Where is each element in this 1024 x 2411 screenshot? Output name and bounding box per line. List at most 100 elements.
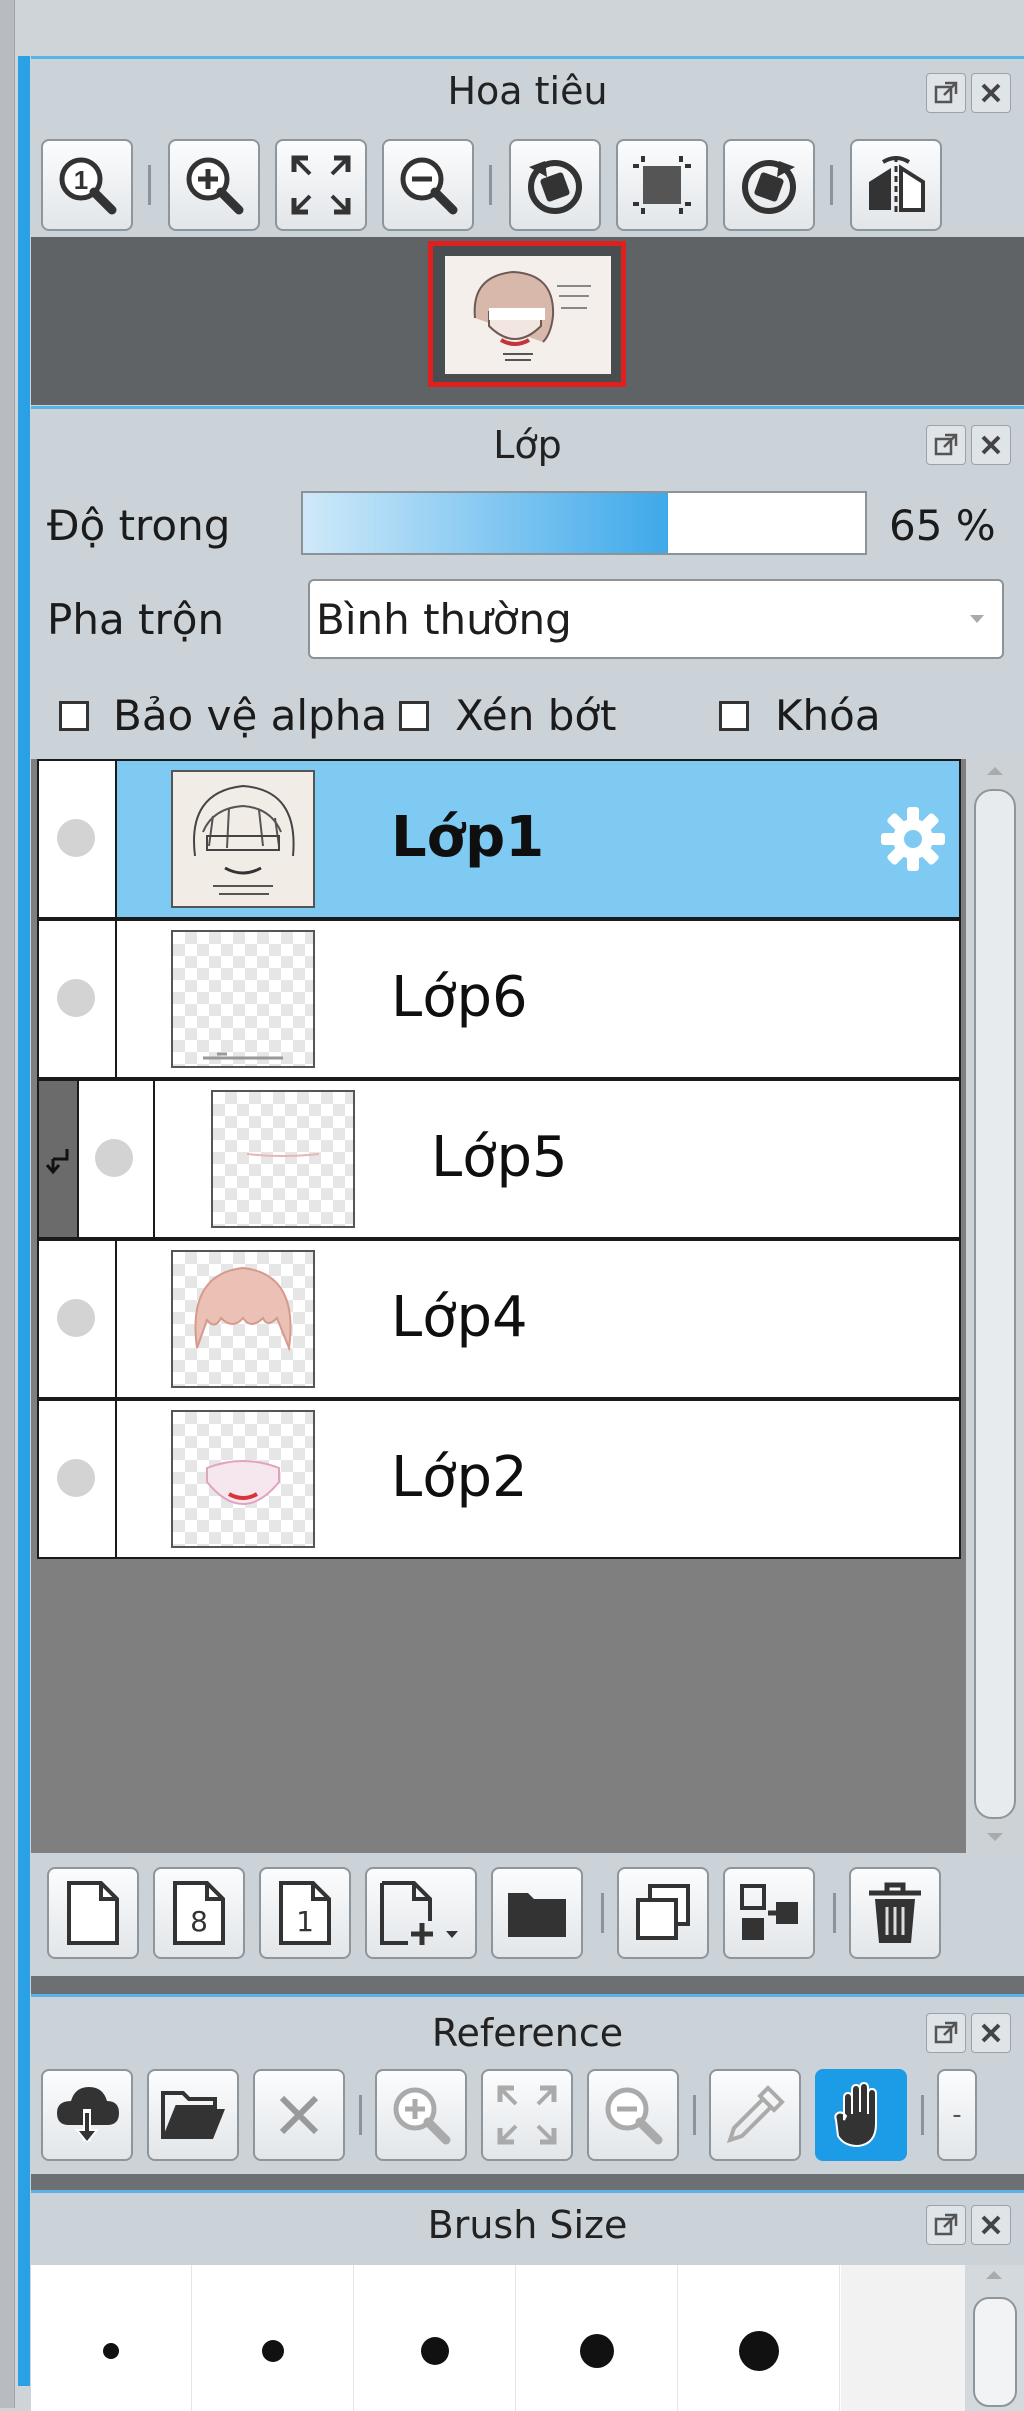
rotate-left-button[interactable]: [509, 139, 601, 231]
viewport-rectangle[interactable]: [428, 241, 626, 387]
visibility-dot-icon[interactable]: [57, 1299, 95, 1337]
scroll-down-icon[interactable]: [985, 1831, 1005, 1843]
hand-tool-button[interactable]: [815, 2069, 907, 2161]
panel-divider[interactable]: [31, 1976, 1024, 1994]
delete-layer-button[interactable]: [849, 1867, 941, 1959]
close-reference-button[interactable]: [253, 2069, 345, 2161]
brush-size-cell[interactable]: [31, 2265, 192, 2411]
new-page-icon: [67, 1881, 119, 1945]
scrollbar-thumb[interactable]: [973, 2297, 1017, 2407]
brush-size-cell[interactable]: [193, 2265, 354, 2411]
folder-open-icon: [161, 2091, 225, 2139]
fit-canvas-button[interactable]: [616, 139, 708, 231]
layer-row-lop5[interactable]: Lớp5: [37, 1079, 961, 1239]
navigator-preview[interactable]: [31, 237, 1024, 405]
close-icon[interactable]: [971, 73, 1011, 113]
layer-visibility-cell[interactable]: [39, 761, 117, 917]
opacity-label: Độ trong: [47, 501, 231, 550]
layer-visibility-cell[interactable]: [39, 921, 117, 1077]
opacity-slider[interactable]: [301, 491, 867, 555]
gear-icon[interactable]: [877, 803, 949, 875]
layer-row-lop1[interactable]: Lớp1: [37, 759, 961, 919]
toolbar-separator: [148, 165, 151, 205]
scroll-up-icon[interactable]: [985, 765, 1005, 777]
add-layer-menu-button[interactable]: [365, 1867, 477, 1959]
duplicate-layer-button[interactable]: [617, 1867, 709, 1959]
trash-icon: [869, 1882, 921, 1943]
brush-dot-icon: [580, 2334, 614, 2368]
layer-list[interactable]: Lớp1 Lớp6 Lớp5 Lớp4 Lớp2: [31, 759, 1024, 1853]
zoom-out-button[interactable]: [382, 139, 474, 231]
toolbar-separator: [601, 1893, 604, 1933]
close-icon[interactable]: [971, 425, 1011, 465]
brush-size-cell[interactable]: [679, 2265, 840, 2411]
reference-zoom-out-button[interactable]: [587, 2069, 679, 2161]
new-8bit-icon: 8: [173, 1881, 225, 1945]
hair-sketch-icon: [194, 1266, 292, 1352]
flip-horizontal-button[interactable]: [850, 139, 942, 231]
layer-visibility-cell[interactable]: [39, 1401, 117, 1557]
reference-fit-window-button[interactable]: [481, 2069, 573, 2161]
brush-size-cell[interactable]: [517, 2265, 678, 2411]
brush-size-cell[interactable]: [355, 2265, 516, 2411]
toolbar-separator: [693, 2095, 696, 2135]
open-file-button[interactable]: [147, 2069, 239, 2161]
layer-visibility-cell[interactable]: [39, 1241, 117, 1397]
visibility-dot-icon[interactable]: [57, 1459, 95, 1497]
reference-zoom-in-button[interactable]: [375, 2069, 467, 2161]
layer-name: Lớp1: [391, 805, 545, 870]
clipping-indicator: [39, 1081, 79, 1237]
overflow-label: -: [952, 2100, 962, 2130]
alpha-protect-checkbox[interactable]: [59, 701, 89, 731]
brush-dot-icon: [262, 2340, 284, 2362]
fit-window-icon: [291, 155, 351, 215]
scrollbar-thumb[interactable]: [974, 789, 1016, 1819]
visibility-dot-icon[interactable]: [57, 979, 95, 1017]
brush-size-scrollbar[interactable]: [965, 2265, 1024, 2411]
popout-icon[interactable]: [926, 2013, 966, 2053]
zoom-actual-size-button[interactable]: 1: [41, 139, 133, 231]
load-cloud-button[interactable]: [41, 2069, 133, 2161]
new-8bit-layer-button[interactable]: 8: [153, 1867, 245, 1959]
new-folder-button[interactable]: [491, 1867, 583, 1959]
clipping-checkbox[interactable]: [399, 701, 429, 731]
opacity-value: 65 %: [889, 501, 996, 550]
chevron-down-icon: [970, 615, 984, 623]
rotate-right-button[interactable]: [723, 139, 815, 231]
lock-label: Khóa: [775, 691, 881, 740]
zoom-in-button[interactable]: [168, 139, 260, 231]
svg-text:1: 1: [74, 165, 88, 195]
navigator-title: Hoa tiêu: [447, 69, 608, 113]
merge-down-button[interactable]: [723, 1867, 815, 1959]
new-layer-button[interactable]: [47, 1867, 139, 1959]
panel-divider[interactable]: [31, 2174, 1024, 2190]
svg-text:1: 1: [296, 1905, 314, 1938]
eyedropper-button[interactable]: [709, 2069, 801, 2161]
layer-row-lop4[interactable]: Lớp4: [37, 1239, 961, 1399]
popout-icon[interactable]: [926, 425, 966, 465]
popout-icon[interactable]: [926, 2205, 966, 2245]
scroll-up-icon[interactable]: [984, 2269, 1004, 2281]
brush-size-grid: [31, 2265, 965, 2411]
fit-window-button[interactable]: [275, 139, 367, 231]
toolbar-separator: [833, 1893, 836, 1933]
brush-size-cell-empty: [841, 2265, 965, 2411]
layer-row-lop2[interactable]: Lớp2: [37, 1399, 961, 1559]
new-1bit-layer-button[interactable]: 1: [259, 1867, 351, 1959]
visibility-dot-icon[interactable]: [95, 1139, 133, 1177]
visibility-dot-icon[interactable]: [57, 819, 95, 857]
brush-size-panel: Brush Size: [31, 2190, 1024, 2411]
close-icon[interactable]: [971, 2205, 1011, 2245]
popout-icon[interactable]: [926, 73, 966, 113]
brush-size-title: Brush Size: [427, 2203, 628, 2247]
add-layer-icon: [380, 1881, 458, 1945]
lock-checkbox[interactable]: [719, 701, 749, 731]
reference-overflow-button[interactable]: -: [937, 2069, 977, 2161]
blend-mode-select[interactable]: Bình thường: [308, 579, 1004, 659]
layer-list-scrollbar[interactable]: [966, 759, 1024, 1853]
layer-visibility-cell[interactable]: [77, 1081, 155, 1237]
layer-content-icon: [203, 1052, 283, 1060]
zoom-out-icon: [605, 2087, 663, 2145]
layer-row-lop6[interactable]: Lớp6: [37, 919, 961, 1079]
close-icon[interactable]: [971, 2013, 1011, 2053]
